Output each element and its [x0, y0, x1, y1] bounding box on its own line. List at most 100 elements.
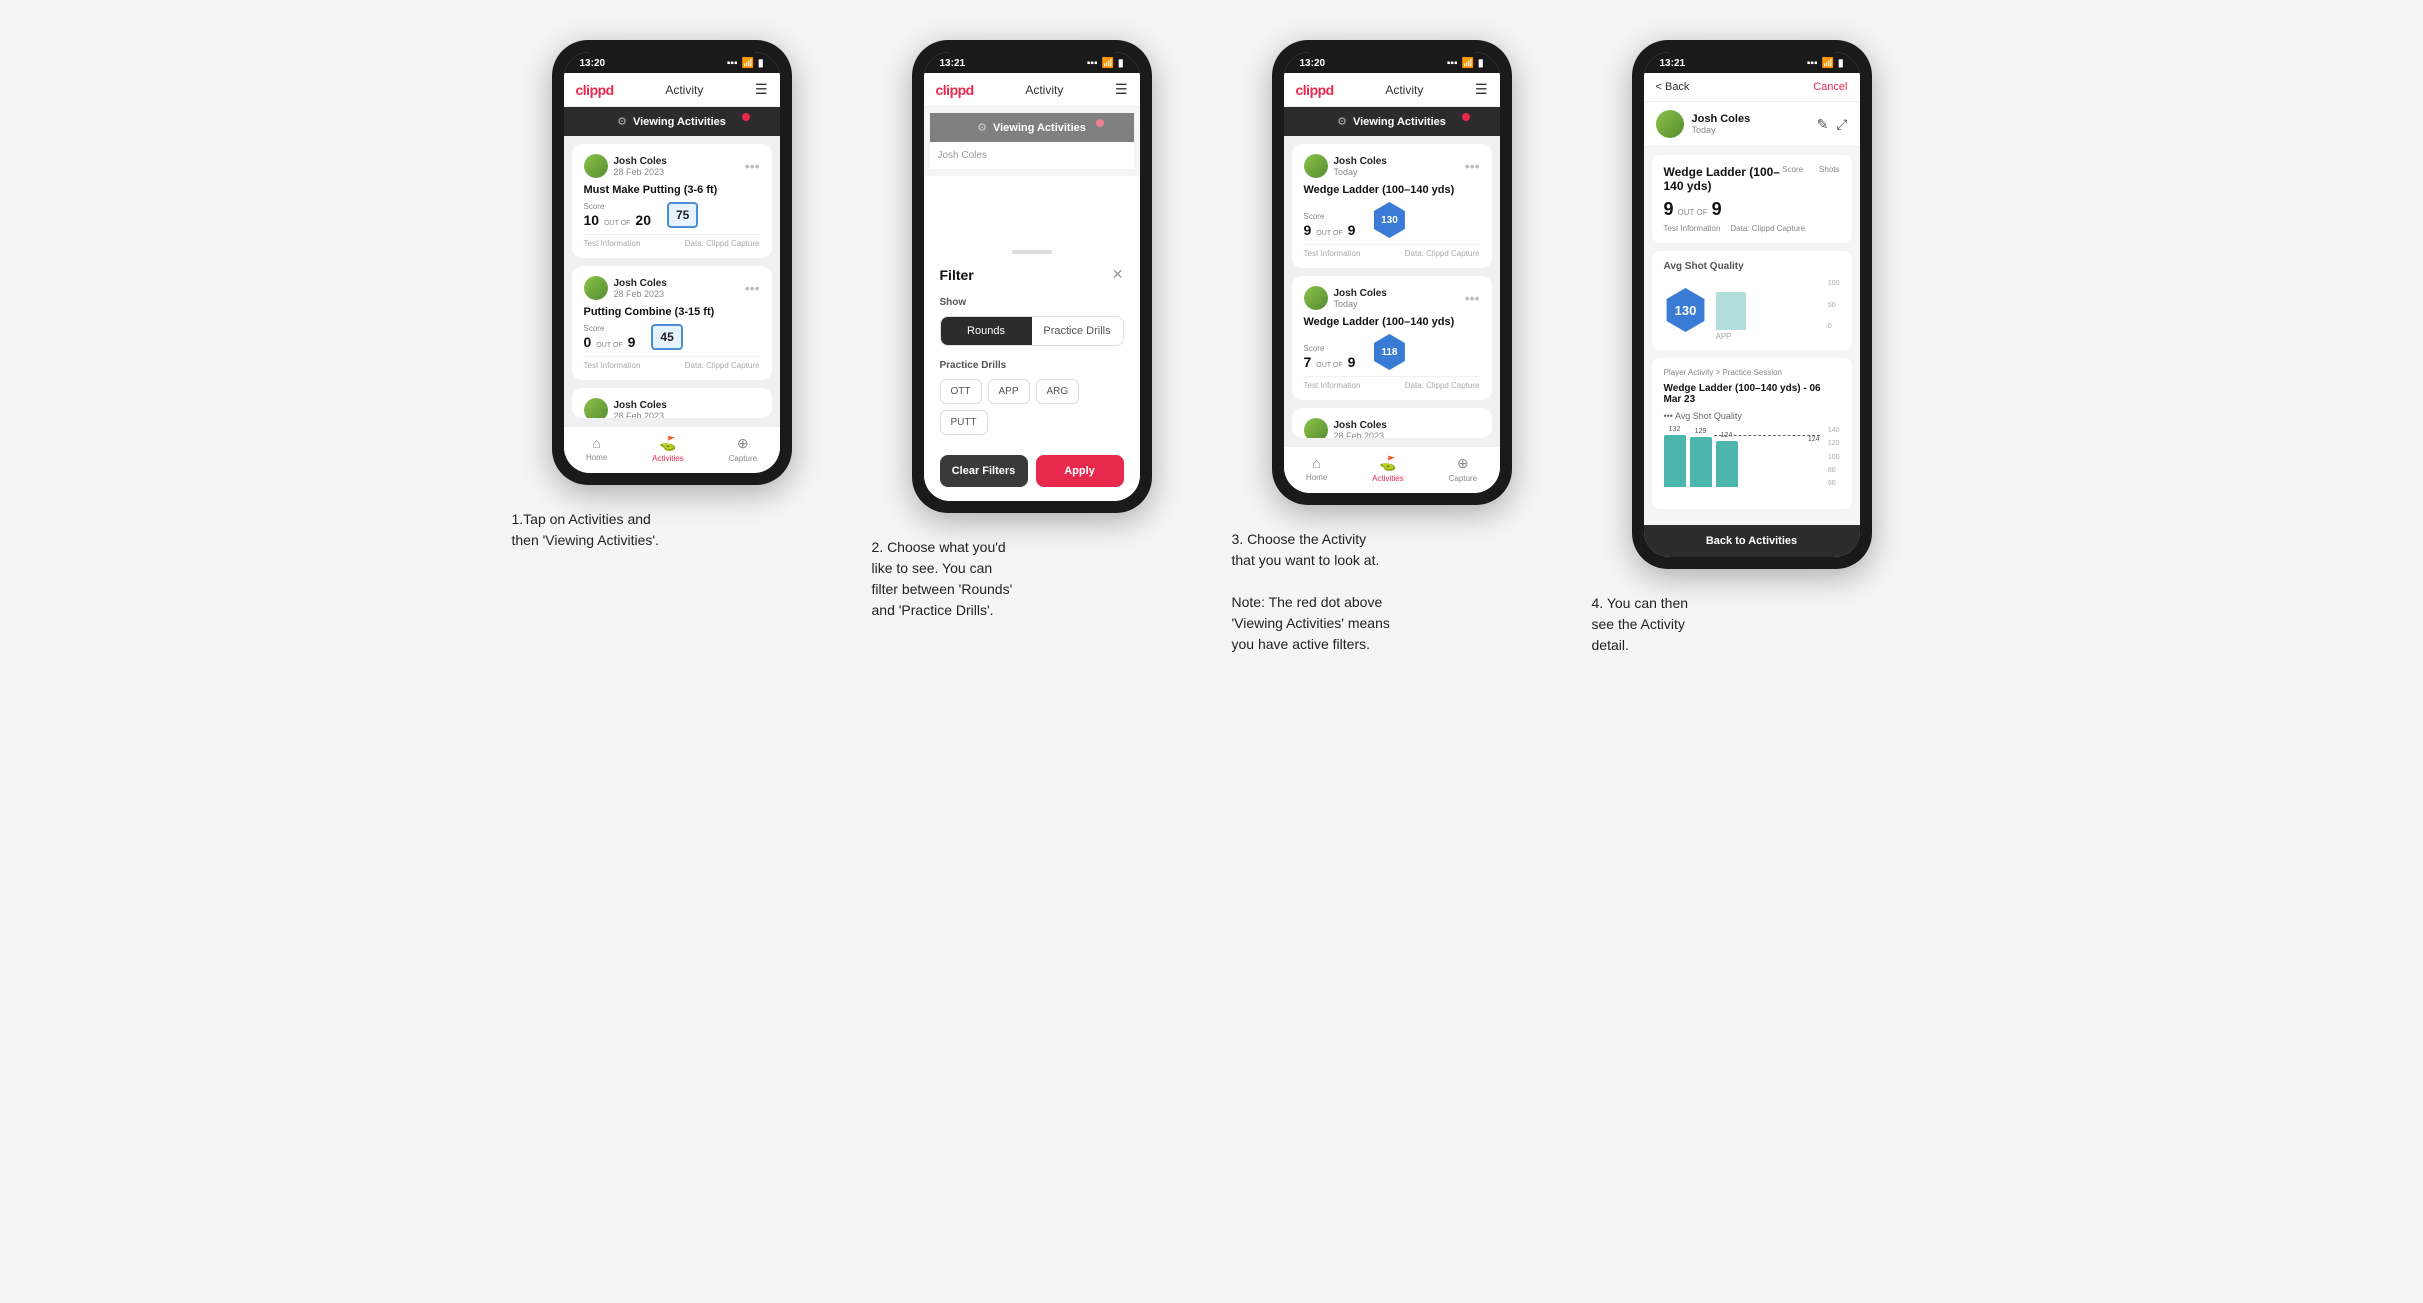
expand-icon-4[interactable]: ⤢	[1836, 116, 1847, 133]
bar-val-1-4: 132	[1669, 426, 1681, 433]
menu-icon-3[interactable]: ☰	[1475, 81, 1488, 98]
nav-capture-1[interactable]: ⊕ Capture	[729, 435, 757, 463]
tag-app-2[interactable]: APP	[988, 379, 1030, 404]
shots-val-3-2: 9	[1348, 354, 1356, 370]
banner-text-1: Viewing Activities	[633, 116, 726, 128]
session-title-4: Wedge Ladder (100–140 yds) - 06 Mar 23	[1664, 383, 1840, 405]
s-y-140: 140	[1828, 427, 1840, 434]
y-label-100-4: 100	[1828, 280, 1840, 287]
detail-user-row-4: Josh Coles Today ✎ ⤢	[1644, 102, 1860, 147]
big-hex-4: 130	[1664, 288, 1708, 332]
card-user-row-1-2: Josh Coles 28 Feb 2023 •••	[584, 276, 760, 300]
user-info-1-2: Josh Coles 28 Feb 2023	[584, 276, 667, 300]
nav-activities-3[interactable]: ⛳ Activities	[1372, 455, 1404, 483]
app-logo-3: clippd	[1296, 82, 1334, 98]
activity-list-3: Josh Coles Today ••• Wedge Ladder (100–1…	[1284, 136, 1500, 446]
chart-bar-label-4: APP	[1716, 332, 1840, 341]
notch-1	[632, 52, 712, 66]
caption-3: 3. Choose the Activitythat you want to l…	[1232, 529, 1552, 655]
avg-quality-title-4: Avg Shot Quality	[1664, 261, 1840, 272]
score-display-4: 9 OUT OF 9	[1664, 199, 1783, 220]
shots-col-4: Shots	[1819, 165, 1839, 174]
avatar-1-3	[584, 398, 608, 418]
user-name-1-2: Josh Coles	[614, 278, 667, 289]
y-axis-4: 100 50 0	[1828, 280, 1840, 330]
user-date-1-2: 28 Feb 2023	[614, 289, 667, 299]
filter-icon-3: ⚙	[1337, 115, 1347, 128]
dashed-line-4: 124	[1714, 435, 1820, 443]
menu-icon-1[interactable]: ☰	[755, 81, 768, 98]
menu-icon-2[interactable]: ☰	[1115, 81, 1128, 98]
user-info-3-1: Josh Coles Today	[1304, 154, 1387, 178]
red-dot-2	[1096, 119, 1104, 127]
detail-user-name-4: Josh Coles	[1692, 113, 1751, 125]
card-info-4: Test Information Data: Clippd Capture	[1664, 224, 1840, 233]
more-dots-3-2[interactable]: •••	[1465, 290, 1480, 306]
user-details-1-3: Josh Coles 28 Feb 2023	[614, 400, 667, 419]
outof-3-2: OUT OF	[1316, 362, 1342, 369]
activity-title-3-2: Wedge Ladder (100–140 yds)	[1304, 316, 1480, 328]
user-info-3-2: Josh Coles Today	[1304, 286, 1387, 310]
step-4-col: 13:21 ▪▪▪ 📶 ▮ < Back Cancel	[1592, 40, 1912, 656]
card-footer-3-1: Test Information Data: Clippd Capture	[1304, 244, 1480, 258]
app-title-1: Activity	[665, 83, 703, 97]
activity-card-3-1[interactable]: Josh Coles Today ••• Wedge Ladder (100–1…	[1292, 144, 1492, 268]
notch-3	[1352, 52, 1432, 66]
back-to-activities-btn-4[interactable]: Back to Activities	[1644, 525, 1860, 557]
score-label-1-1: Score	[584, 202, 651, 211]
score-col-4: Score	[1782, 165, 1803, 174]
activity-card-1-2[interactable]: Josh Coles 28 Feb 2023 ••• Putting Combi…	[572, 266, 772, 380]
viewing-banner-3[interactable]: ⚙ Viewing Activities	[1284, 107, 1500, 136]
activity-card-1-1[interactable]: Josh Coles 28 Feb 2023 ••• Must Make Put…	[572, 144, 772, 258]
tag-arg-2[interactable]: ARG	[1036, 379, 1080, 404]
phone-4-inner: 13:21 ▪▪▪ 📶 ▮ < Back Cancel	[1644, 52, 1860, 557]
activities-icon-3: ⛳	[1379, 455, 1396, 472]
nav-activities-1[interactable]: ⛳ Activities	[652, 435, 684, 463]
time-4: 13:21	[1660, 58, 1686, 69]
detail-user-info-4: Josh Coles Today	[1656, 110, 1751, 138]
shots-col-label-4: Shots	[1819, 165, 1839, 174]
user-details-3-2: Josh Coles Today	[1334, 288, 1387, 309]
session-sub-4: ••• Avg Shot Quality	[1664, 411, 1840, 421]
back-btn-4[interactable]: < Back	[1656, 81, 1690, 93]
activity-card-3-3[interactable]: Josh Coles 28 Feb 2023	[1292, 408, 1492, 438]
activity-card-3-2[interactable]: Josh Coles Today ••• Wedge Ladder (100–1…	[1292, 276, 1492, 400]
score-card-top-4: Wedge Ladder (100–140 yds) 9 OUT OF 9	[1664, 165, 1840, 220]
bar-1-4: 132	[1664, 426, 1686, 487]
more-dots-1-1[interactable]: •••	[745, 158, 760, 174]
cancel-btn-4[interactable]: Cancel	[1813, 81, 1847, 93]
bar-fill-2-4	[1690, 437, 1712, 487]
sheet-handle-2	[1012, 250, 1052, 254]
detail-header-4: < Back Cancel	[1644, 73, 1860, 102]
nav-capture-3[interactable]: ⊕ Capture	[1449, 455, 1477, 483]
clear-filters-btn-2[interactable]: Clear Filters	[940, 455, 1028, 487]
close-btn-2[interactable]: ✕	[1112, 266, 1124, 283]
behind-user-label-2: Josh Coles	[938, 150, 987, 161]
score-inline-1-2: 0 OUT OF 9	[584, 334, 636, 350]
time-2: 13:21	[940, 58, 966, 69]
capture-label-1: Capture	[729, 454, 757, 463]
activity-card-1-3[interactable]: Josh Coles 28 Feb 2023	[572, 388, 772, 418]
card-user-row-1-3: Josh Coles 28 Feb 2023	[584, 398, 760, 418]
practice-drills-label-2: Practice Drills	[940, 360, 1124, 371]
card-footer-3-2: Test Information Data: Clippd Capture	[1304, 376, 1480, 390]
apply-btn-2[interactable]: Apply	[1036, 455, 1124, 487]
more-dots-3-1[interactable]: •••	[1465, 158, 1480, 174]
nav-home-1[interactable]: ⌂ Home	[586, 435, 607, 463]
more-dots-1-2[interactable]: •••	[745, 280, 760, 296]
bar-2-4: 129	[1690, 428, 1712, 487]
wifi-icon-2: 📶	[1102, 58, 1114, 69]
banner-text-2: Viewing Activities	[993, 122, 1086, 134]
tag-ott-2[interactable]: OTT	[940, 379, 982, 404]
wifi-icon-3: 📶	[1462, 58, 1474, 69]
edit-icon-4[interactable]: ✎	[1817, 116, 1829, 133]
nav-home-3[interactable]: ⌂ Home	[1306, 455, 1327, 483]
user-date-3-3: 28 Feb 2023	[1334, 431, 1387, 439]
toggle-rounds-2[interactable]: Rounds	[941, 317, 1032, 345]
wifi-icon-4: 📶	[1822, 58, 1834, 69]
viewing-banner-1[interactable]: ⚙ Viewing Activities	[564, 107, 780, 136]
tag-putt-2[interactable]: PUTT	[940, 410, 988, 435]
activities-label-1: Activities	[652, 454, 684, 463]
filter-sheet-2: Filter ✕ Show Rounds Practice Drills Pra…	[924, 236, 1140, 501]
toggle-practice-2[interactable]: Practice Drills	[1032, 317, 1123, 345]
